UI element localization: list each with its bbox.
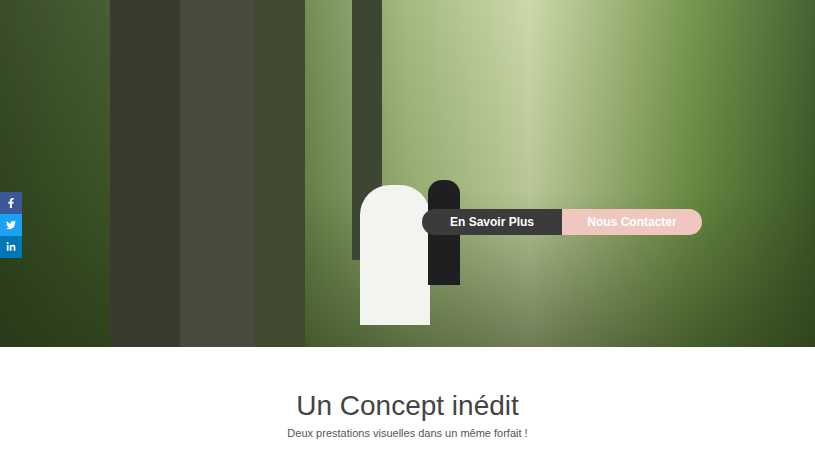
concept-section: Un Concept inédit Deux prestations visuel…: [0, 347, 815, 440]
linkedin-icon: [6, 242, 16, 252]
learn-more-button[interactable]: En Savoir Plus: [422, 209, 562, 235]
tree-trunk: [110, 0, 180, 347]
twitter-share-button[interactable]: [0, 214, 22, 236]
twitter-icon: [6, 220, 16, 230]
bride: [360, 185, 430, 325]
page: En Savoir PlusNous Contacter Un Concept i…: [0, 0, 815, 469]
contact-button[interactable]: Nous Contacter: [562, 209, 702, 235]
hero: En Savoir PlusNous Contacter: [0, 0, 815, 347]
social-share-bar: [0, 192, 22, 258]
section-subtitle: Deux prestations visuelles dans un même …: [287, 426, 527, 440]
tree-trunk: [255, 0, 305, 347]
facebook-icon: [6, 198, 16, 208]
facebook-share-button[interactable]: [0, 192, 22, 214]
hero-buttons: En Savoir PlusNous Contacter: [422, 209, 702, 235]
linkedin-share-button[interactable]: [0, 236, 22, 258]
section-title: Un Concept inédit: [296, 389, 519, 423]
